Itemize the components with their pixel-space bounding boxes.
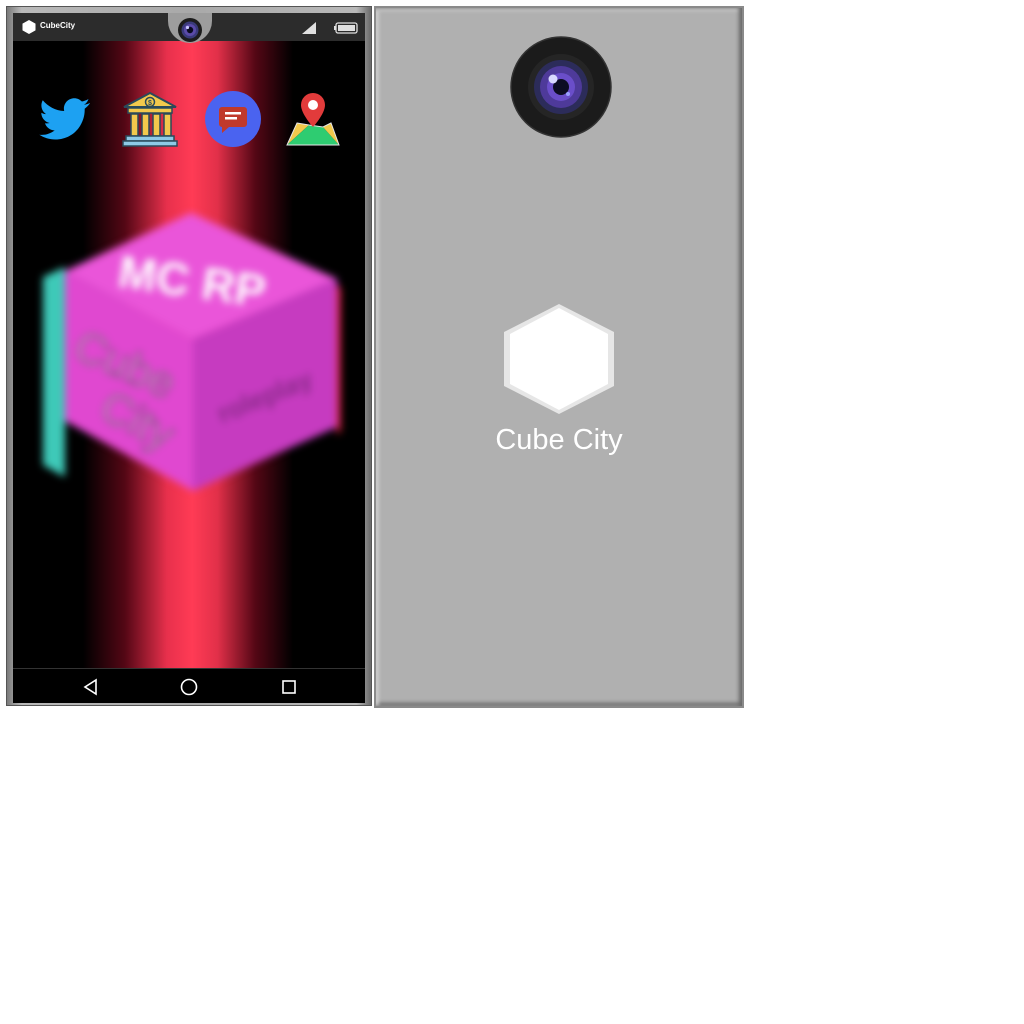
navigation-bar — [13, 668, 365, 703]
cubecity-logo-icon — [504, 304, 614, 414]
svg-text:$: $ — [148, 100, 152, 107]
battery-icon — [334, 22, 358, 34]
back-icon[interactable] — [81, 677, 101, 697]
bank-icon[interactable]: $ — [120, 89, 180, 149]
recents-icon[interactable] — [279, 677, 299, 697]
phone-front: CubeCity $ MC RP Cube City roleplay — [6, 6, 372, 706]
phone-screen: CubeCity $ MC RP Cube City roleplay — [13, 13, 365, 703]
back-brand-name: Cube City — [495, 424, 623, 456]
status-app-name: CubeCity — [40, 21, 76, 30]
messages-icon[interactable] — [203, 89, 263, 149]
cubecity-logo-icon — [22, 20, 36, 34]
twitter-icon[interactable] — [35, 89, 95, 149]
phone-back: Cube City — [374, 6, 744, 708]
home-icon[interactable] — [179, 677, 199, 697]
wallpaper-cube: MC RP Cube City roleplay — [43, 213, 341, 491]
maps-icon[interactable] — [283, 89, 343, 149]
front-camera-icon — [178, 18, 202, 42]
rear-camera-icon — [510, 36, 612, 138]
signal-icon — [302, 22, 316, 34]
